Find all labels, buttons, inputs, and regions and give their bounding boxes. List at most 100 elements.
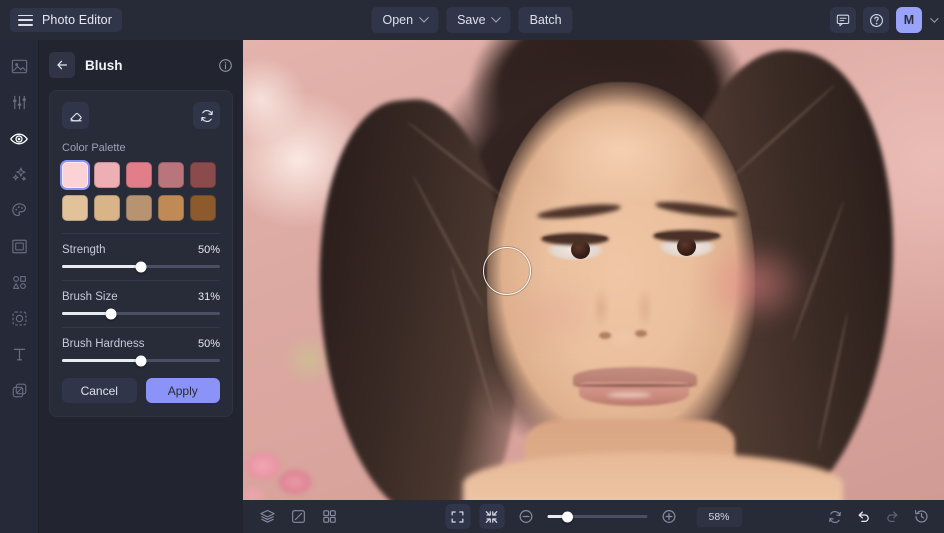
grid-button[interactable] (317, 504, 342, 529)
slider-value: 31% (197, 291, 220, 303)
shapes-icon (12, 275, 26, 289)
reset-settings-button[interactable] (193, 102, 220, 129)
palette-icon (11, 203, 26, 217)
actual-size-button[interactable] (479, 504, 504, 529)
zoom-slider-handle[interactable] (561, 511, 573, 522)
frame-icon (11, 239, 27, 254)
page-title: Blush (85, 57, 123, 73)
sidebar-item-retouch[interactable] (3, 122, 35, 155)
sidebar-item-image[interactable] (3, 50, 35, 83)
image-icon (11, 59, 27, 74)
account-chevron-down-icon[interactable] (930, 14, 939, 23)
color-swatch[interactable] (94, 195, 120, 221)
sidebar-item-color[interactable] (3, 194, 35, 227)
open-button[interactable]: Open (371, 7, 439, 33)
color-swatch[interactable] (158, 195, 184, 221)
slider-value: 50% (197, 244, 220, 256)
zoom-controls: 58% (445, 504, 742, 529)
sidebar-item-sticker[interactable] (3, 302, 35, 335)
help-circle-icon (869, 13, 883, 27)
zoom-in-button[interactable] (656, 504, 681, 529)
color-swatch[interactable] (190, 162, 216, 188)
undo-button[interactable] (851, 504, 876, 529)
slider-label: Brush Size (62, 291, 118, 303)
slider-label: Brush Hardness (62, 338, 145, 350)
bottom-toolbar: 58% (243, 500, 944, 533)
color-swatch-row-2 (62, 195, 220, 221)
chevron-down-icon (491, 12, 502, 23)
photo-editor-window: Photo Editor Open Save Batch M Blush Col… (0, 0, 944, 533)
portrait-photo (243, 40, 944, 500)
sidebar-item-adjust[interactable] (3, 86, 35, 119)
back-button[interactable] (49, 52, 75, 78)
grid-icon (323, 510, 336, 523)
plus-circle-icon (662, 510, 675, 523)
sidebar-item-frame[interactable] (3, 230, 35, 263)
card-tool-row (62, 102, 220, 129)
history-clock-icon (914, 510, 928, 523)
color-swatch[interactable] (158, 162, 184, 188)
info-button[interactable] (218, 58, 233, 73)
help-button[interactable] (863, 7, 889, 33)
reset-image-button[interactable] (822, 504, 847, 529)
app-menu-button[interactable]: Photo Editor (10, 8, 122, 32)
redo-button[interactable] (880, 504, 905, 529)
refresh-icon (200, 109, 213, 122)
slider-handle[interactable] (135, 355, 147, 366)
text-icon (13, 348, 25, 361)
apply-button[interactable]: Apply (145, 378, 220, 403)
color-swatch[interactable] (126, 162, 152, 188)
flower-bokeh (243, 442, 323, 500)
fit-to-screen-button[interactable] (445, 504, 470, 529)
batch-button[interactable]: Batch (518, 7, 573, 33)
brush-hardness-slider[interactable] (62, 355, 220, 366)
strength-slider[interactable] (62, 261, 220, 272)
panel-header: Blush (49, 50, 233, 80)
zoom-slider[interactable] (547, 511, 647, 522)
slider-handle[interactable] (105, 308, 117, 319)
slider-handle[interactable] (135, 261, 147, 272)
undo-icon (858, 511, 869, 523)
save-button-label: Save (457, 13, 486, 27)
collapse-arrows-icon (485, 510, 498, 523)
nostril (599, 332, 611, 339)
batch-button-label: Batch (529, 13, 562, 27)
save-button[interactable]: Save (446, 7, 511, 33)
arrow-left-icon (57, 60, 67, 70)
slider-fill (62, 359, 141, 362)
lips (573, 365, 697, 409)
eraser-button[interactable] (62, 102, 89, 129)
sidebar-item-effects[interactable] (3, 158, 35, 191)
color-swatch[interactable] (62, 162, 88, 188)
fit-screen-icon (451, 510, 464, 523)
eye-right (653, 230, 721, 259)
color-swatch[interactable] (62, 195, 88, 221)
compare-button[interactable] (286, 504, 311, 529)
sliders-icon (12, 95, 26, 110)
info-circle-icon (219, 58, 232, 72)
feedback-button[interactable] (830, 7, 856, 33)
history-controls (822, 504, 934, 529)
zoom-level-value[interactable]: 58% (696, 506, 742, 527)
sidebar-item-text[interactable] (3, 338, 35, 371)
layers-button[interactable] (255, 504, 280, 529)
avatar[interactable]: M (896, 7, 922, 33)
brush-size-slider[interactable] (62, 308, 220, 319)
sidebar-item-overlay[interactable] (3, 374, 35, 407)
color-swatch[interactable] (126, 195, 152, 221)
color-swatch[interactable] (190, 195, 216, 221)
zoom-out-button[interactable] (513, 504, 538, 529)
cancel-button[interactable]: Cancel (62, 378, 137, 403)
blush-left-cheek (505, 280, 597, 346)
image-canvas[interactable] (243, 40, 944, 500)
history-button[interactable] (909, 504, 934, 529)
sidebar-item-shapes[interactable] (3, 266, 35, 299)
color-swatch[interactable] (94, 162, 120, 188)
slider-fill (62, 312, 111, 315)
slider-brush-hardness: Brush Hardness 50% (62, 338, 220, 366)
blush-settings-card: Color Palette Strength 50% Brush Size 31… (49, 90, 233, 417)
nostril (635, 330, 647, 337)
redo-icon (887, 511, 898, 523)
file-actions-group: Open Save Batch (371, 0, 573, 40)
color-palette-label: Color Palette (62, 142, 126, 154)
